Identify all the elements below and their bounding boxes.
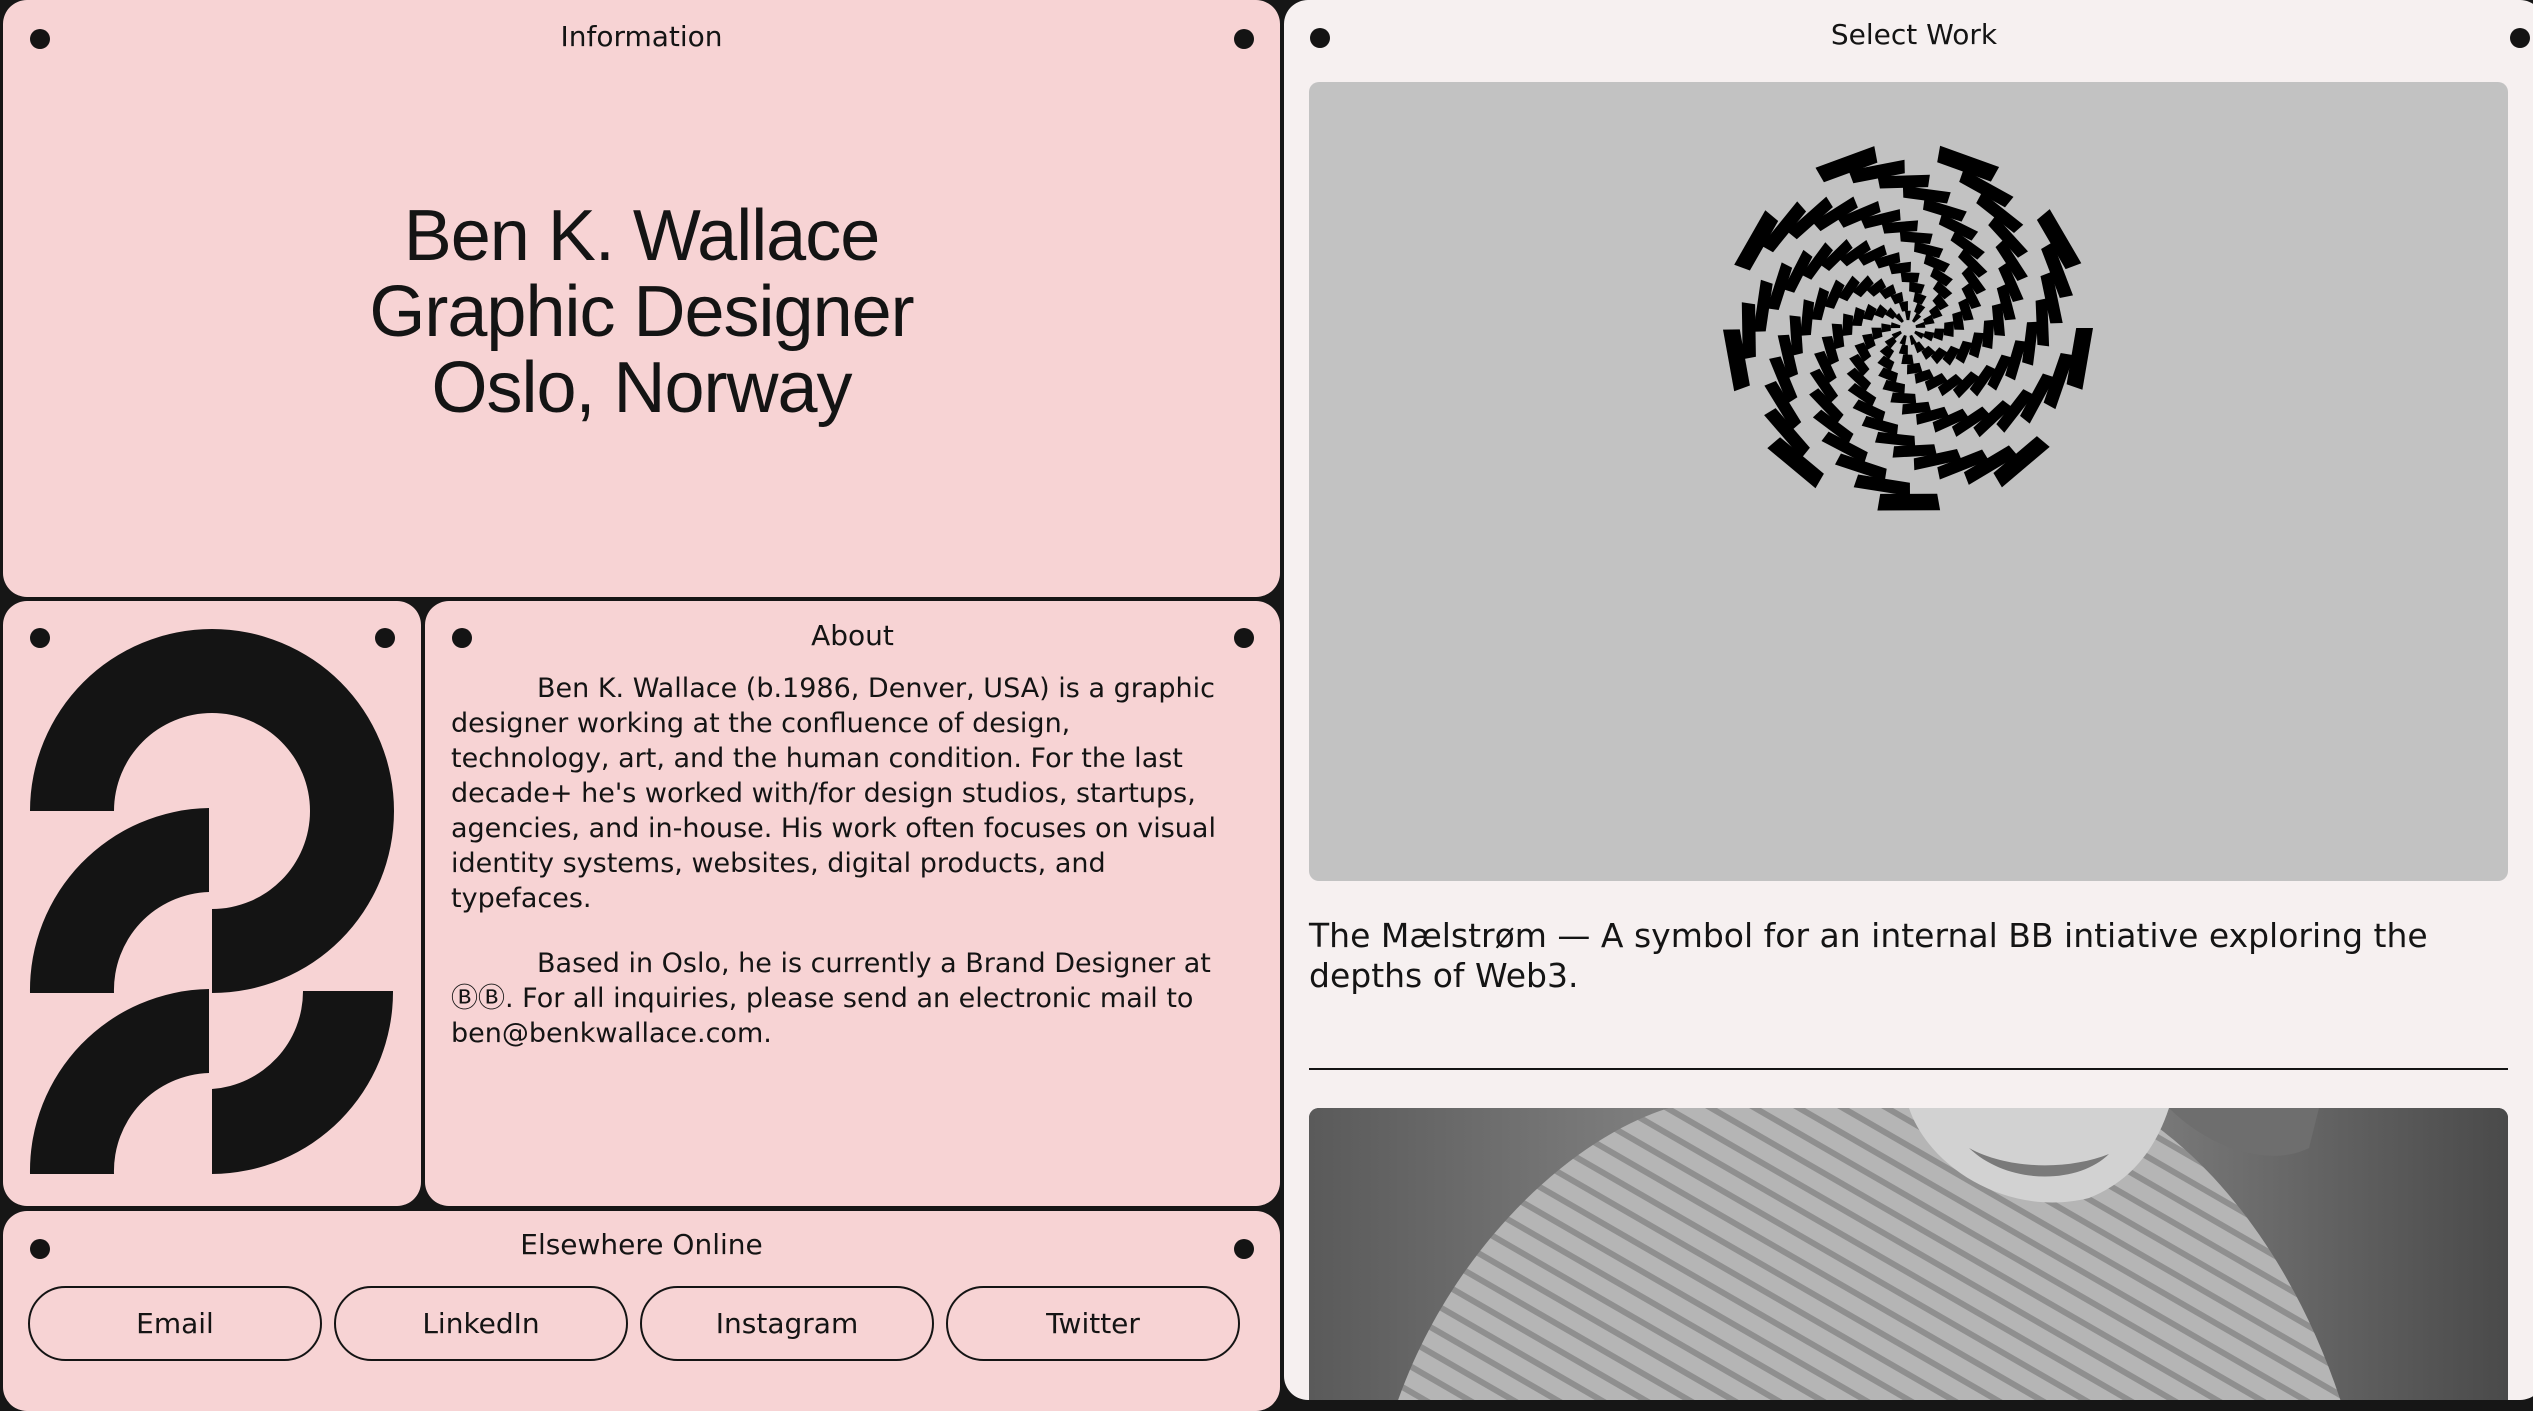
linkedin-link-button[interactable]: LinkedIn <box>334 1286 628 1361</box>
bb-monogram-logo <box>29 629 394 1174</box>
work-item-photo[interactable] <box>1309 1108 2508 1400</box>
information-title: Information <box>560 20 723 53</box>
portrait-photo-image <box>1309 1108 2508 1400</box>
twitter-link-button[interactable]: Twitter <box>946 1286 1240 1361</box>
logo-panel <box>3 601 421 1206</box>
hero-role: Graphic Designer <box>369 272 914 352</box>
work-item-image[interactable] <box>1309 82 2508 881</box>
elsewhere-online-title: Elsewhere Online <box>520 1228 763 1261</box>
select-work-title: Select Work <box>1830 18 1998 51</box>
about-paragraph: Ben K. Wallace (b.1986, Denver, USA) is … <box>451 673 1216 914</box>
hero-location: Oslo, Norway <box>431 348 852 428</box>
elsewhere-online-panel: Elsewhere Online Email LinkedIn Instagra… <box>3 1211 1280 1411</box>
hero-name: Ben K. Wallace <box>403 196 881 276</box>
about-panel: About Ben K. Wallace (b.1986, Denver, US… <box>425 601 1280 1206</box>
maelstrom-spiral-artwork <box>1723 145 2093 511</box>
about-body: Ben K. Wallace (b.1986, Denver, USA) is … <box>451 671 1236 1081</box>
work-item-caption[interactable]: The Mælstrøm — A symbol for an internal … <box>1309 916 2508 996</box>
information-panel: Information Ben K. Wallace Graphic Desig… <box>3 0 1280 597</box>
email-link-button[interactable]: Email <box>28 1286 322 1361</box>
social-links: Email LinkedIn Instagram Twitter <box>28 1286 1240 1361</box>
select-work-panel[interactable]: Select Work The Mælstrøm — A symbol for … <box>1284 0 2533 1400</box>
about-paragraph: Based in Oslo, he is currently a Brand D… <box>451 948 1211 1049</box>
instagram-link-button[interactable]: Instagram <box>640 1286 934 1361</box>
divider <box>1309 1068 2508 1070</box>
about-title: About <box>811 619 894 652</box>
hero-intro: Ben K. Wallace Graphic Designer Oslo, No… <box>3 198 1280 426</box>
